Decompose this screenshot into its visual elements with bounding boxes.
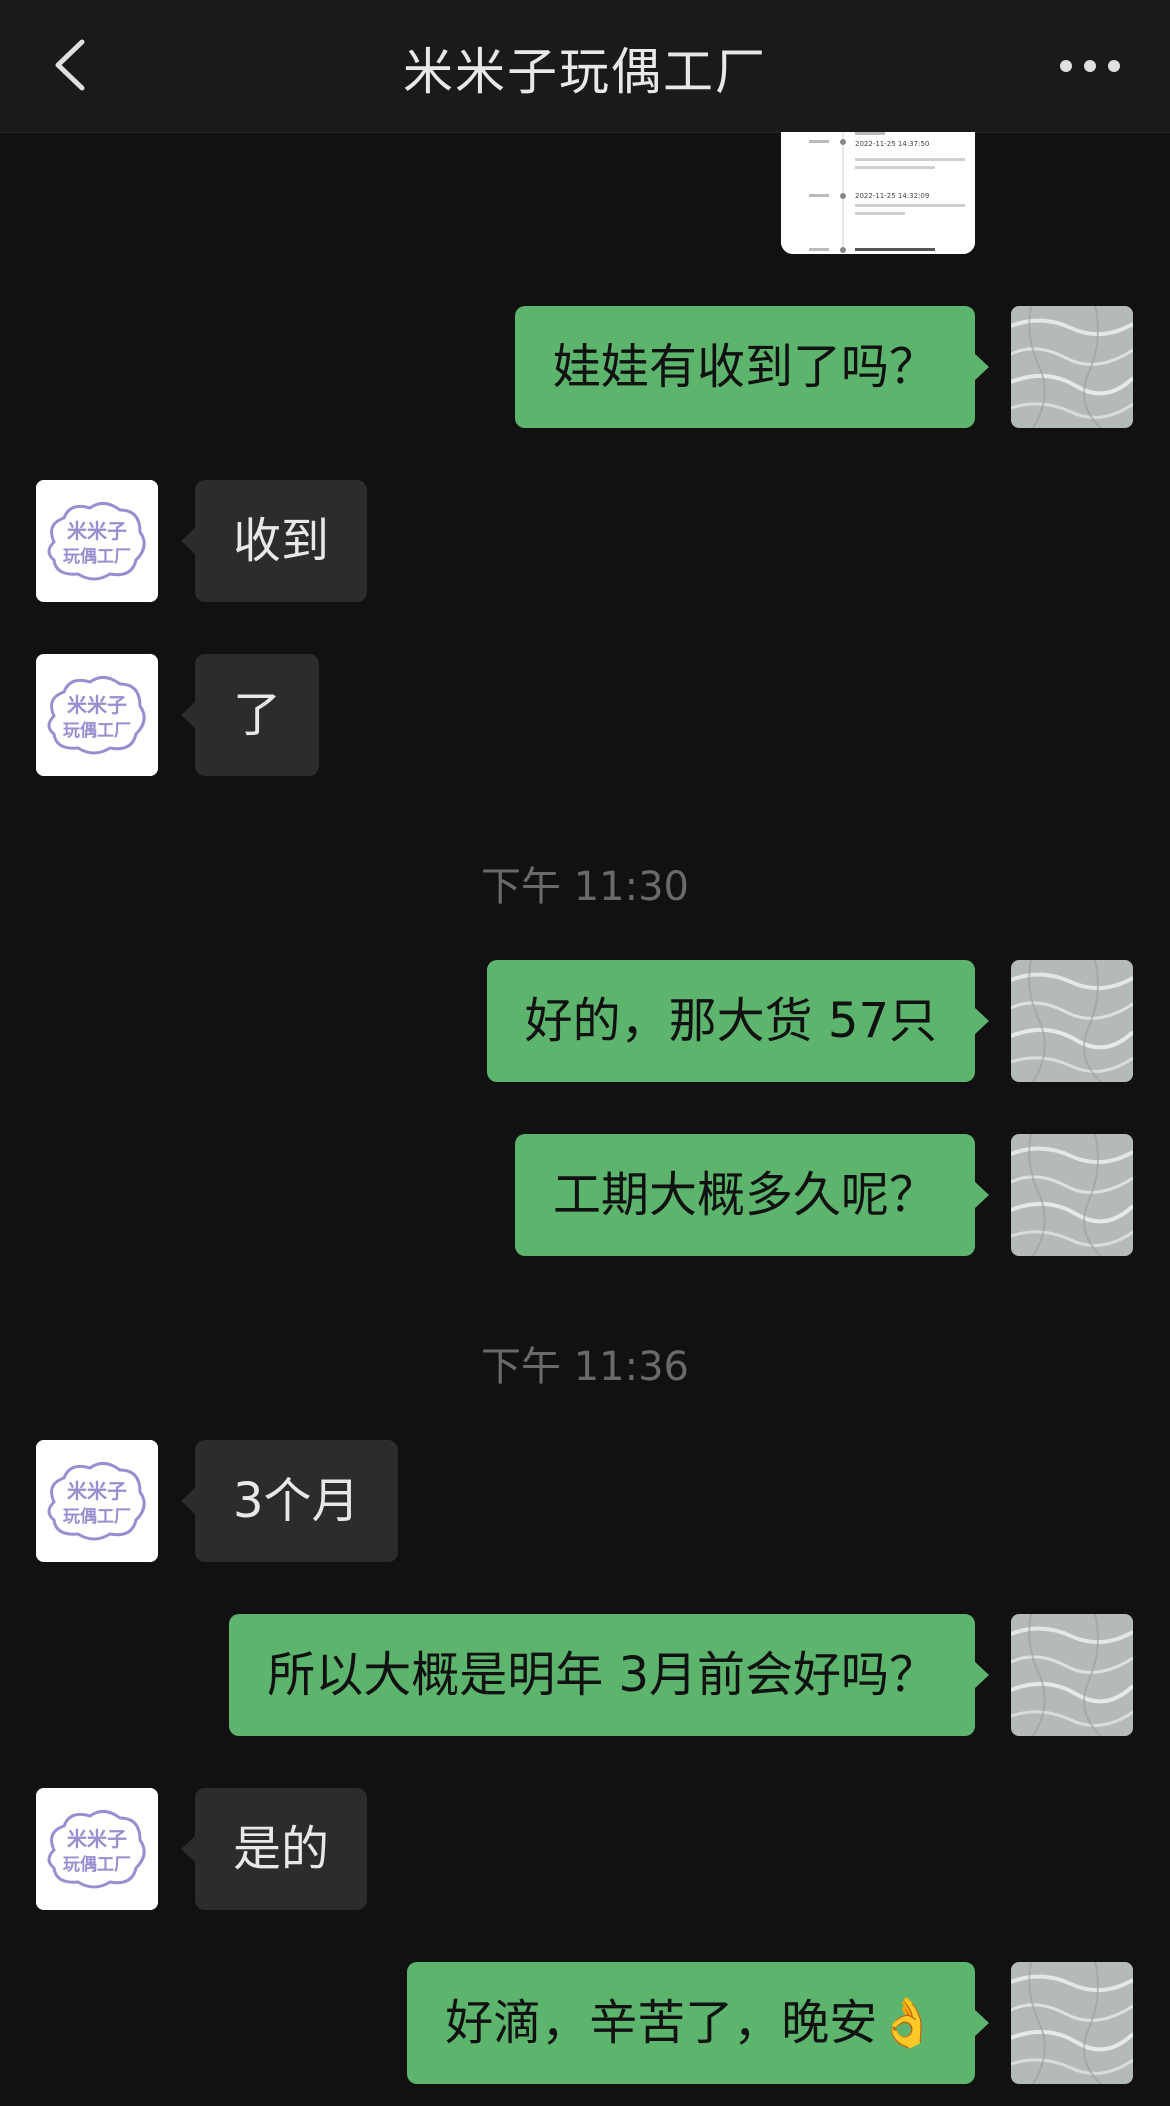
message-text: 好的，那大货 57只 bbox=[524, 993, 937, 1049]
contact-avatar[interactable]: 米米子 玩偶工厂 bbox=[36, 1788, 158, 1910]
more-dots-icon bbox=[1060, 60, 1120, 72]
svg-text:玩偶工厂: 玩偶工厂 bbox=[63, 546, 131, 567]
svg-text:玩偶工厂: 玩偶工厂 bbox=[63, 1854, 131, 1875]
nav-bar: 米米子玩偶工厂 bbox=[0, 0, 1170, 133]
water-ripple-avatar-image bbox=[1011, 960, 1133, 1082]
svg-text:米米子: 米米子 bbox=[67, 693, 127, 717]
contact-avatar[interactable]: 米米子 玩偶工厂 bbox=[36, 480, 158, 602]
factory-logo-icon: 米米子 玩偶工厂 bbox=[36, 480, 158, 602]
factory-logo-icon: 米米子 玩偶工厂 bbox=[36, 1788, 158, 1910]
svg-text:玩偶工厂: 玩偶工厂 bbox=[63, 1506, 131, 1527]
factory-logo-icon: 米米子 玩偶工厂 bbox=[36, 1440, 158, 1562]
water-ripple-avatar-image bbox=[1011, 1614, 1133, 1736]
my-avatar[interactable] bbox=[1011, 1614, 1133, 1736]
tracking-screenshot-image: 2022-11-25 14:37:50 2022-11-25 14:32:09 bbox=[781, 132, 975, 254]
water-ripple-avatar-image bbox=[1011, 1134, 1133, 1256]
outgoing-message[interactable]: 娃娃有收到了吗？ bbox=[514, 306, 990, 428]
message-timestamp: 下午 11:36 bbox=[481, 1344, 689, 1390]
chat-message-list[interactable]: 2022-11-25 14:37:50 2022-11-25 14:32:09 … bbox=[0, 132, 1170, 2106]
svg-text:米米子: 米米子 bbox=[67, 519, 127, 543]
message-timestamp: 下午 11:30 bbox=[481, 864, 689, 910]
svg-text:米米子: 米米子 bbox=[67, 1827, 127, 1851]
chat-title: 米米子玩偶工厂 bbox=[403, 43, 767, 101]
incoming-message[interactable]: 了 bbox=[180, 654, 320, 776]
svg-text:玩偶工厂: 玩偶工厂 bbox=[63, 720, 131, 741]
contact-avatar[interactable]: 米米子 玩偶工厂 bbox=[36, 654, 158, 776]
svg-text:米米子: 米米子 bbox=[67, 1479, 127, 1503]
incoming-message[interactable]: 3个月 bbox=[181, 1440, 398, 1562]
water-ripple-avatar-image bbox=[1011, 306, 1133, 428]
svg-text:2022-11-25 14:37:50: 2022-11-25 14:37:50 bbox=[855, 140, 929, 148]
image-message[interactable]: 2022-11-25 14:37:50 2022-11-25 14:32:09 bbox=[781, 132, 975, 254]
message-text: 3个月 bbox=[233, 1473, 360, 1529]
incoming-message[interactable]: 收到 bbox=[180, 480, 368, 602]
outgoing-message[interactable]: 所以大概是明年 3月前会好吗？ bbox=[229, 1614, 989, 1736]
svg-text:2022-11-25 14:32:09: 2022-11-25 14:32:09 bbox=[855, 192, 929, 200]
my-avatar[interactable] bbox=[1011, 306, 1133, 428]
message-text: 收到 bbox=[233, 513, 330, 569]
my-avatar[interactable] bbox=[1011, 1962, 1133, 2084]
my-avatar[interactable] bbox=[1011, 1134, 1133, 1256]
water-ripple-avatar-image bbox=[1011, 1962, 1133, 2084]
message-text: 工期大概多久呢？ bbox=[552, 1167, 937, 1223]
message-text: 娃娃有收到了吗？ bbox=[552, 339, 937, 395]
message-text: 了 bbox=[233, 687, 282, 743]
outgoing-message[interactable]: 工期大概多久呢？ bbox=[514, 1134, 990, 1256]
my-avatar[interactable] bbox=[1011, 960, 1133, 1082]
factory-logo-icon: 米米子 玩偶工厂 bbox=[36, 654, 158, 776]
more-button[interactable] bbox=[1050, 36, 1130, 96]
message-text: 所以大概是明年 3月前会好吗？ bbox=[267, 1647, 937, 1703]
incoming-message[interactable]: 是的 bbox=[180, 1788, 368, 1910]
message-text: 是的 bbox=[233, 1821, 330, 1877]
message-text: 好滴，辛苦了，晚安👌 bbox=[445, 1995, 937, 2051]
outgoing-message[interactable]: 好滴，辛苦了，晚安👌 bbox=[407, 1962, 989, 2084]
contact-avatar[interactable]: 米米子 玩偶工厂 bbox=[36, 1440, 158, 1562]
outgoing-message[interactable]: 好的，那大货 57只 bbox=[486, 960, 990, 1082]
